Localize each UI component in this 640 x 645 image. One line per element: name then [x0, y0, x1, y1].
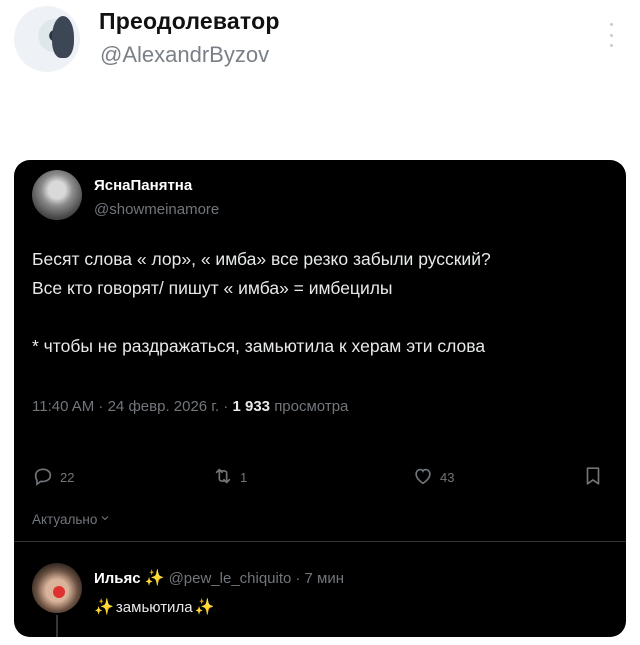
retweet-button[interactable]: 1 [212, 465, 247, 490]
divider [14, 541, 626, 542]
reply-button[interactable]: 22 [32, 465, 74, 490]
like-button[interactable]: 43 [412, 465, 454, 490]
reply-text-content: замьютила [115, 598, 193, 616]
sort-label: Актуально [32, 512, 98, 527]
tweet-meta: 11:40 AM · 24 февр. 2026 г. · 1 933 прос… [32, 398, 348, 415]
more-vertical-icon[interactable] [608, 23, 614, 47]
reply-avatar[interactable] [32, 563, 82, 613]
sparkle-icon: ✨ [194, 599, 215, 616]
outer-display-name[interactable]: Преодолеватор [99, 8, 280, 35]
reply-time[interactable]: · 7 мин [295, 570, 344, 587]
quoted-display-name[interactable]: ЯснаПанятна [94, 177, 192, 194]
reply-handle[interactable]: @pew_le_chiquito [169, 570, 292, 587]
quoted-avatar[interactable] [32, 170, 82, 220]
sparkle-icon: ✨ [94, 599, 114, 616]
views-label: просмотра [274, 398, 349, 415]
thread-line [56, 615, 58, 637]
outer-post-header: Преодолеватор @AlexandrByzov [0, 0, 640, 80]
outer-avatar[interactable] [14, 6, 80, 72]
reply-text: ✨ замьютила ✨ [94, 597, 214, 617]
views-count: 1 933 [232, 398, 271, 415]
outer-handle[interactable]: @AlexandrByzov [100, 42, 269, 68]
quoted-handle[interactable]: @showmeinamore [94, 201, 219, 218]
retweet-icon [212, 465, 234, 490]
reply-display-name[interactable]: Ильяс [94, 570, 141, 587]
tweet-time[interactable]: 11:40 AM · 24 февр. 2026 г. · [32, 398, 228, 415]
like-icon [412, 465, 434, 490]
quoted-post-card[interactable]: ЯснаПанятна @showmeinamore Бесят слова «… [14, 160, 626, 637]
reply-header: Ильяс ✨ @pew_le_chiquito · 7 мин [94, 568, 344, 588]
action-bar: 22 1 43 [32, 465, 612, 495]
like-count: 43 [440, 470, 455, 485]
bookmark-button[interactable] [582, 465, 604, 490]
replies-sort-dropdown[interactable]: Актуально [32, 512, 111, 527]
reply-count: 22 [60, 470, 75, 485]
retweet-count: 1 [240, 470, 248, 485]
tweet-text: Бесят слова « лор», « имба» все резко за… [32, 249, 491, 356]
chevron-down-icon [99, 512, 111, 527]
sparkle-icon: ✨ [144, 570, 165, 587]
bookmark-icon [582, 465, 604, 490]
reply-icon [32, 465, 54, 490]
